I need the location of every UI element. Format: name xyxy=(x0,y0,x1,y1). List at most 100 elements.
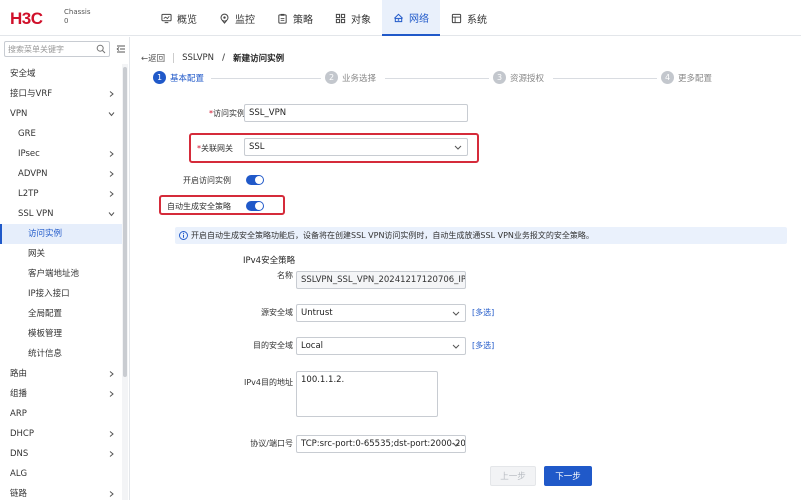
sidebar-item[interactable]: IPsec xyxy=(0,144,122,164)
chassis-number: 0 xyxy=(64,17,69,25)
sidebar-item[interactable]: 路由 xyxy=(0,364,122,384)
sidebar-item[interactable]: 链路 xyxy=(0,484,122,500)
sidebar-item[interactable]: ALG xyxy=(0,464,122,484)
breadcrumb-parent[interactable]: SSLVPN xyxy=(182,53,214,63)
sidebar-item[interactable]: GRE xyxy=(0,124,122,144)
prev-step-button[interactable]: 上一步 xyxy=(490,466,536,486)
sidebar-item[interactable]: 全局配置 xyxy=(0,304,122,324)
sidebar-item[interactable]: 客户端地址池 xyxy=(0,264,122,284)
instance-name-input[interactable]: SSL_VPN xyxy=(244,104,468,122)
location-icon xyxy=(220,13,229,24)
sidebar-item[interactable]: 统计信息 xyxy=(0,344,122,364)
nav-tab-label: 网络 xyxy=(409,13,429,25)
step-label: 基本配置 xyxy=(170,73,205,84)
sidebar-item[interactable]: SSL VPN xyxy=(0,204,122,224)
sidebar-item[interactable]: 组播 xyxy=(0,384,122,404)
main-nav: 概览 监控 策略 对象 网络 系统 xyxy=(150,0,498,36)
sidebar-item-label: SSL VPN xyxy=(18,209,54,219)
sidebar-item[interactable]: 安全域 xyxy=(0,64,122,84)
nav-tab-network[interactable]: 网络 xyxy=(382,0,440,36)
sidebar-item[interactable]: ARP xyxy=(0,404,122,424)
step-resource-auth: 3 资源授权 xyxy=(493,71,544,84)
source-zone-multiselect-link[interactable]: [多选] xyxy=(472,307,494,318)
chevron-right-icon xyxy=(109,91,114,97)
chevron-down-icon xyxy=(108,212,115,217)
nav-tab-overview[interactable]: 概览 xyxy=(150,0,208,36)
dest-zone-select[interactable]: Local xyxy=(296,337,466,355)
next-step-button[interactable]: 下一步 xyxy=(544,466,592,486)
nav-tab-monitor[interactable]: 监控 xyxy=(208,0,266,36)
chevron-right-icon xyxy=(109,171,114,177)
grid-icon xyxy=(335,13,346,23)
dest-zone-label: 目的安全域 xyxy=(253,341,293,350)
sidebar-scrollbar-thumb[interactable] xyxy=(123,67,127,377)
sidebar-item[interactable]: 模板管理 xyxy=(0,324,122,344)
step-number: 3 xyxy=(493,71,506,84)
sidebar-item-label: GRE xyxy=(18,129,36,139)
sidebar-item-label: ARP xyxy=(10,409,27,419)
policy-name-field: SSLVPN_SSL_VPN_20241217120706_IPv4 xyxy=(296,271,466,289)
nav-tab-label: 概览 xyxy=(177,14,197,26)
enable-instance-toggle[interactable] xyxy=(246,175,264,185)
sidebar-item-label: DNS xyxy=(10,449,29,459)
chevron-down-icon xyxy=(452,442,460,447)
breadcrumb: ←返回 SSLVPN / 新建访问实例 xyxy=(141,51,284,65)
wizard-steps: 1 基本配置 2 业务选择 3 资源授权 4 更多配置 xyxy=(153,71,753,87)
gateway-select[interactable]: SSL xyxy=(244,138,468,156)
step-label: 资源授权 xyxy=(510,73,545,84)
sidebar-item-label: 路由 xyxy=(10,369,28,379)
nav-tab-policy[interactable]: 策略 xyxy=(266,0,324,36)
sidebar-item-label: 访问实例 xyxy=(28,229,63,239)
autopolicy-label: 自动生成安全策略 xyxy=(167,202,231,211)
sidebar-menu: 安全域 接口与VRF VPN GRE IPsec ADVPN L2TP SSL VPN 访问实例… xyxy=(0,64,122,500)
step-connector xyxy=(211,78,321,79)
sidebar-item-label: L2TP xyxy=(18,189,39,199)
chevron-down-icon xyxy=(454,145,462,150)
network-icon xyxy=(394,13,403,22)
info-icon xyxy=(179,231,188,240)
sidebar-item-label: 网关 xyxy=(28,249,46,259)
breadcrumb-current: 新建访问实例 xyxy=(233,54,285,64)
sidebar-item[interactable]: VPN xyxy=(0,104,122,124)
nav-tab-label: 系统 xyxy=(467,14,487,26)
source-zone-select[interactable]: Untrust xyxy=(296,304,466,322)
sidebar-item-label: DHCP xyxy=(10,429,34,439)
chevron-right-icon xyxy=(109,431,114,437)
ipv4-dest-textarea[interactable]: 100.1.1.2. xyxy=(296,371,438,417)
sidebar-item[interactable]: 访问实例 xyxy=(0,224,122,244)
sidebar-item[interactable]: DNS xyxy=(0,444,122,464)
nav-tab-system[interactable]: 系统 xyxy=(440,0,498,36)
sidebar-item[interactable]: 接口与VRF xyxy=(0,84,122,104)
search-icon[interactable] xyxy=(96,44,106,54)
instance-label: *访问实例? xyxy=(171,108,255,119)
sidebar-item-label: IP接入接口 xyxy=(28,289,70,299)
autopolicy-toggle[interactable] xyxy=(246,201,264,211)
sidebar-item-label: ALG xyxy=(10,469,28,479)
sidebar-item[interactable]: IP接入接口 xyxy=(0,284,122,304)
step-connector xyxy=(385,78,489,79)
sidebar-item[interactable]: ADVPN xyxy=(0,164,122,184)
step-label: 业务选择 xyxy=(342,73,377,84)
dest-zone-multiselect-link[interactable]: [多选] xyxy=(472,340,494,351)
system-icon xyxy=(451,13,462,23)
menu-search-input[interactable] xyxy=(5,42,93,56)
nav-tab-object[interactable]: 对象 xyxy=(324,0,382,36)
source-zone-label: 源安全域 xyxy=(261,308,293,317)
sidebar-item-label: 组播 xyxy=(10,389,28,399)
sidebar-item[interactable]: L2TP xyxy=(0,184,122,204)
back-link[interactable]: ←返回 xyxy=(141,52,165,64)
chevron-right-icon xyxy=(109,151,114,157)
sidebar-item[interactable]: 网关 xyxy=(0,244,122,264)
collapse-sidebar-icon[interactable] xyxy=(116,44,126,54)
sidebar-item-label: 统计信息 xyxy=(28,349,63,359)
sidebar-item[interactable]: DHCP xyxy=(0,424,122,444)
breadcrumb-divider xyxy=(173,53,175,63)
breadcrumb-separator: / xyxy=(222,53,226,63)
monitor-icon xyxy=(161,13,172,23)
protocol-port-select[interactable]: TCP:src-port:0-65535;dst-port:2000-2000 xyxy=(296,435,466,453)
step-label: 更多配置 xyxy=(678,73,713,84)
ipv4-policy-section-title: IPv4安全策略 xyxy=(243,256,296,266)
step-number: 2 xyxy=(325,71,338,84)
chevron-right-icon xyxy=(109,451,114,457)
chassis-label: Chassis xyxy=(64,8,91,16)
